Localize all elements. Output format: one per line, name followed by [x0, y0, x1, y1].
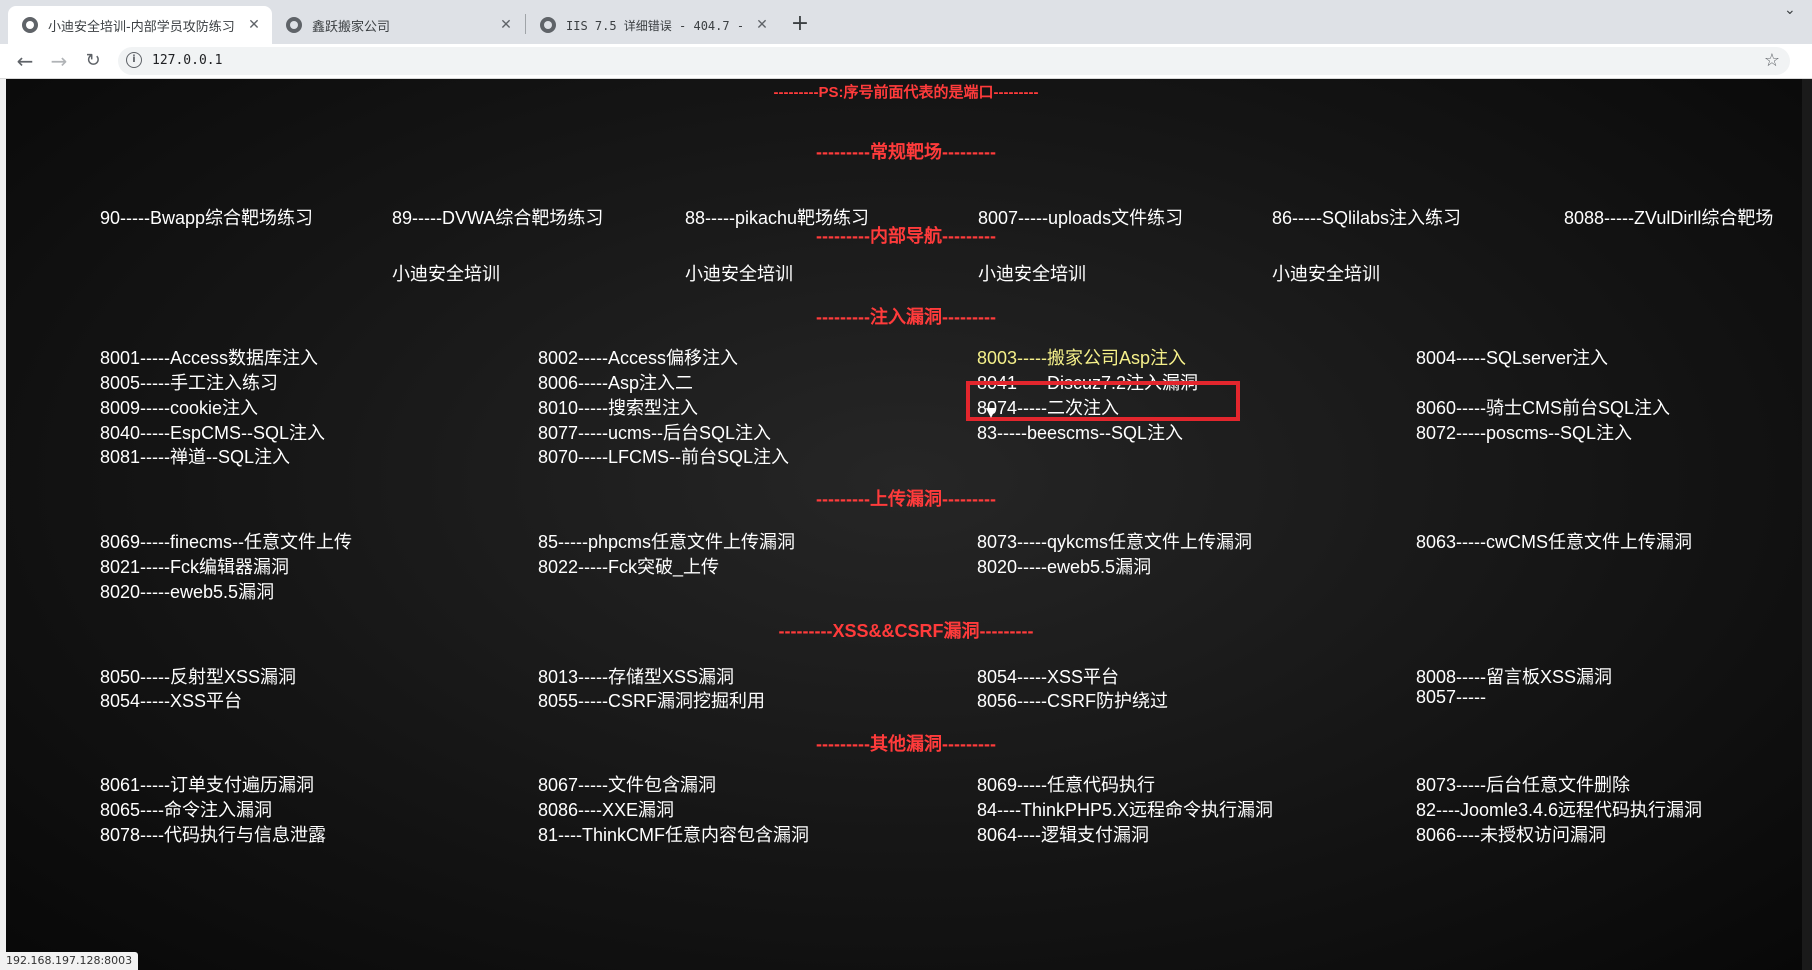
status-bar-url: 192.168.197.128:8003	[0, 952, 139, 970]
link-item[interactable]: 8040-----EspCMS--SQL注入	[100, 419, 325, 445]
section-title-xss-csrf: ---------XSS&&CSRF漏洞---------	[778, 621, 1034, 641]
nav-link[interactable]: 小迪安全培训	[392, 260, 500, 286]
link-item[interactable]: 8002-----Access偏移注入	[538, 344, 738, 370]
link-item[interactable]: 8078----代码执行与信息泄露	[100, 821, 326, 847]
upload-row: 8069-----finecms--任意文件上传 85-----phpcms任意…	[0, 528, 1812, 554]
ps-note: ---------PS:序号前面代表的是端口---------	[773, 84, 1039, 101]
tab-title: IIS 7.5 详细错误 - 404.7 - Not Found	[566, 18, 752, 33]
link-item[interactable]: 8073-----qykcms任意文件上传漏洞	[977, 528, 1252, 554]
link-item[interactable]: 8004-----SQLserver注入	[1416, 344, 1608, 370]
link-item[interactable]: 8055-----CSRF漏洞挖掘利用	[538, 687, 765, 713]
highlight-box	[966, 381, 1240, 421]
link-item[interactable]: 8057-----	[1416, 687, 1486, 708]
tab-title: 鑫跃搬家公司	[312, 19, 391, 35]
link-item[interactable]: 8081-----禅道--SQL注入	[100, 443, 290, 469]
link-item[interactable]: 8064----逻辑支付漏洞	[977, 821, 1149, 847]
star-icon[interactable]: ☆	[1764, 50, 1780, 71]
section-title-other: ---------其他漏洞---------	[816, 734, 996, 754]
link-item[interactable]: 85-----phpcms任意文件上传漏洞	[538, 528, 795, 554]
link-item[interactable]: 8054-----XSS平台	[100, 687, 242, 713]
arrow-left-icon[interactable]: ←	[12, 48, 38, 74]
injection-row: 8040-----EspCMS--SQL注入 8077-----ucms--后台…	[0, 419, 1812, 445]
section-title-nav: ---------内部导航---------	[816, 226, 996, 246]
link-item[interactable]: 83-----beescms--SQL注入	[977, 419, 1183, 445]
new-tab-button[interactable]: +	[786, 10, 814, 38]
section-title-injection: ---------注入漏洞---------	[816, 307, 996, 327]
address-bar[interactable]: i 127.0.0.1 ☆	[118, 47, 1790, 75]
other-row: 8078----代码执行与信息泄露 81----ThinkCMF任意内容包含漏洞…	[0, 821, 1812, 847]
upload-row: 8021-----Fck编辑器漏洞 8022-----Fck突破_上传 8020…	[0, 553, 1812, 579]
xss-row: 8050-----反射型XSS漏洞 8013-----存储型XSS漏洞 8054…	[0, 663, 1812, 689]
arrow-right-icon[interactable]: →	[46, 48, 72, 74]
globe-icon	[286, 17, 302, 33]
tab-iis-error[interactable]: IIS 7.5 详细错误 - 404.7 - Not Found ✕	[526, 6, 780, 44]
nav-link[interactable]: 小迪安全培训	[978, 260, 1086, 286]
page-viewport: ---------PS:序号前面代表的是端口--------- --------…	[0, 79, 1812, 970]
close-icon[interactable]: ✕	[244, 17, 264, 33]
link-item[interactable]: 8063-----cwCMS任意文件上传漏洞	[1416, 528, 1692, 554]
link-item[interactable]: 8022-----Fck突破_上传	[538, 553, 719, 579]
link-item[interactable]: 84----ThinkPHP5.X远程命令执行漏洞	[977, 796, 1273, 822]
link-item[interactable]: 8073-----后台任意文件删除	[1416, 771, 1630, 797]
upload-row: 8020-----eweb5.5漏洞	[0, 578, 1812, 604]
injection-row: 8001-----Access数据库注入 8002-----Access偏移注入…	[0, 344, 1812, 370]
section-title-regular: ---------常规靶场---------	[816, 142, 996, 162]
link-item[interactable]: 8061-----订单支付遍历漏洞	[100, 771, 314, 797]
link-item[interactable]: 8050-----反射型XSS漏洞	[100, 663, 296, 689]
link-item[interactable]: 8009-----cookie注入	[100, 394, 258, 420]
link-item[interactable]: 8065----命令注入漏洞	[100, 796, 272, 822]
link-item[interactable]: 82----Joomle3.4.6远程代码执行漏洞	[1416, 796, 1702, 822]
link-item[interactable]: 8070-----LFCMS--前台SQL注入	[538, 443, 789, 469]
reload-icon[interactable]: ↻	[80, 48, 106, 74]
link-item[interactable]: 8056-----CSRF防护绕过	[977, 687, 1168, 713]
other-row: 8065----命令注入漏洞 8086----XXE漏洞 84----Think…	[0, 796, 1812, 822]
nav-link[interactable]: 小迪安全培训	[685, 260, 793, 286]
link-item[interactable]: 8069-----finecms--任意文件上传	[100, 528, 352, 554]
nav-row: 小迪安全培训 小迪安全培训 小迪安全培训 小迪安全培训	[0, 260, 1812, 286]
close-icon[interactable]: ✕	[496, 17, 516, 33]
tab-title: 小迪安全培训-内部学员攻防练习	[48, 19, 235, 35]
link-item[interactable]: 8020-----eweb5.5漏洞	[977, 553, 1151, 579]
browser-toolbar: ← → ↻ i 127.0.0.1 ☆	[0, 44, 1812, 79]
link-item-hovered[interactable]: 8003-----搬家公司Asp注入	[977, 344, 1186, 370]
link-item[interactable]: 8008-----留言板XSS漏洞	[1416, 663, 1612, 689]
link-item[interactable]: 8013-----存储型XSS漏洞	[538, 663, 734, 689]
link-item[interactable]: 8001-----Access数据库注入	[100, 344, 318, 370]
link-item[interactable]: 8005-----手工注入练习	[100, 369, 278, 395]
link-item[interactable]: 8086----XXE漏洞	[538, 796, 674, 822]
tab-xiaodi[interactable]: 小迪安全培训-内部学员攻防练习 ✕	[8, 6, 272, 44]
link-item[interactable]: 81----ThinkCMF任意内容包含漏洞	[538, 821, 809, 847]
info-icon[interactable]: i	[126, 52, 142, 68]
link-item[interactable]: 8021-----Fck编辑器漏洞	[100, 553, 289, 579]
link-item[interactable]: 8020-----eweb5.5漏洞	[100, 578, 274, 604]
link-item[interactable]: 8067-----文件包含漏洞	[538, 771, 716, 797]
link-item[interactable]: 8060-----骑士CMS前台SQL注入	[1416, 394, 1670, 420]
chevron-down-icon[interactable]: ⌄	[1784, 2, 1796, 18]
url-text[interactable]: 127.0.0.1	[152, 53, 222, 68]
globe-icon	[22, 17, 38, 33]
injection-row: 8009-----cookie注入 8010-----搜索型注入 8074---…	[0, 394, 1812, 420]
link-item[interactable]: 8054-----XSS平台	[977, 663, 1119, 689]
link-item[interactable]: 8077-----ucms--后台SQL注入	[538, 419, 771, 445]
tab-strip: 小迪安全培训-内部学员攻防练习 ✕ 鑫跃搬家公司 ✕ IIS 7.5 详细错误 …	[0, 0, 1812, 44]
other-row: 8061-----订单支付遍历漏洞 8067-----文件包含漏洞 8069--…	[0, 771, 1812, 797]
tab-banjia[interactable]: 鑫跃搬家公司 ✕	[272, 6, 524, 44]
xss-row: 8054-----XSS平台 8055-----CSRF漏洞挖掘利用 8056-…	[0, 687, 1812, 713]
link-item[interactable]: 8010-----搜索型注入	[538, 394, 698, 420]
link-item[interactable]: 8006-----Asp注入二	[538, 369, 693, 395]
mouse-cursor-icon	[986, 408, 996, 418]
link-item[interactable]: 8066----未授权访问漏洞	[1416, 821, 1606, 847]
close-icon[interactable]: ✕	[752, 17, 772, 33]
section-title-upload: ---------上传漏洞---------	[816, 489, 996, 509]
link-item[interactable]: 8072-----poscms--SQL注入	[1416, 419, 1632, 445]
nav-link[interactable]: 小迪安全培训	[1272, 260, 1380, 286]
injection-row: 8081-----禅道--SQL注入 8070-----LFCMS--前台SQL…	[0, 443, 1812, 469]
link-item[interactable]: 8069-----任意代码执行	[977, 771, 1155, 797]
globe-icon	[540, 17, 556, 33]
injection-row: 8005-----手工注入练习 8006-----Asp注入二 8041----…	[0, 369, 1812, 395]
